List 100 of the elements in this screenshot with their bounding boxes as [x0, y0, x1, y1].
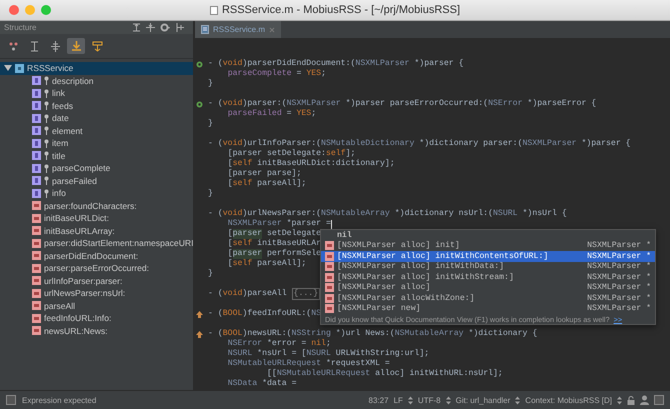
completion-item[interactable]: [NSXMLParser alloc] NSXMLParser * [321, 282, 655, 293]
tree-item[interactable]: parserDidEndDocument: [0, 250, 193, 262]
tree-item[interactable]: date [0, 112, 193, 124]
tree-item[interactable]: RSSService [0, 62, 193, 74]
tree-item[interactable]: feeds [0, 100, 193, 112]
code-line: NSMutableURLRequest *requestXML = [226, 359, 390, 369]
updown-icon[interactable] [515, 396, 520, 404]
key-icon [44, 101, 49, 110]
code-line: NSXMLParser *parser = [226, 219, 332, 229]
override-marker-icon[interactable] [196, 60, 203, 68]
tree-item[interactable]: urlNewsParser:nsUrl: [0, 287, 193, 300]
window-title: RSSService.m - MobiusRSS - [~/prj/MobiusRSS] [222, 4, 460, 16]
person-icon[interactable] [640, 395, 649, 405]
completion-item[interactable]: [NSXMLParser alloc] init] NSXMLParser * [321, 240, 655, 251]
completion-item[interactable]: [NSXMLParser alloc] initWithData:] NSXMLParser * [321, 262, 655, 272]
status-item[interactable]: LF [394, 396, 403, 404]
override-marker-icon[interactable] [196, 100, 203, 108]
completion-item[interactable]: [NSXMLParser alloc] initWithStream:] NSXMLParser * [321, 272, 655, 282]
code-line: - (void)urlInfoParser:(NSMutableDictionary *)dictionary parser:(NSXMLParser *)parser { [208, 139, 631, 149]
updown-icon[interactable] [446, 396, 451, 404]
code-line: [parser setDelegate [226, 229, 322, 239]
tree-item[interactable]: item [0, 137, 193, 150]
tree-item[interactable]: link [0, 87, 193, 100]
tree-item[interactable]: feedInfoURL:Info: [0, 312, 193, 324]
tree-item[interactable]: parser:parseErrorOccurred: [0, 262, 193, 274]
code-line: [self initBaseURLAr [226, 239, 322, 249]
tree-item[interactable]: parser:didStartElement:namespaceURI [0, 237, 193, 250]
tree-item[interactable]: initBaseURLArray: [0, 224, 193, 237]
tree-item[interactable]: parseComplete [0, 162, 193, 174]
tree-item[interactable]: urlInfoParser:parser: [0, 274, 193, 287]
code-line: [parser parse]; [226, 169, 302, 179]
code-line: - (BOOL)newsURL:(NSString *)url News:(NSMutableArray *)dictionary { [208, 329, 538, 339]
key-icon [44, 176, 49, 186]
key-icon [44, 88, 49, 98]
key-icon [44, 138, 49, 148]
code-line: [self initBaseURLDict:dictionary]; [226, 159, 395, 169]
code-line: NSURL *nsUrl = [NSURL URLWithString:url]; [226, 349, 430, 359]
code-line: - (void)parserDidEndDocument:(NSXMLParser *)parser { [208, 59, 464, 69]
cursor-position[interactable]: 83:27 [368, 396, 389, 404]
collapse-icon[interactable] [50, 40, 60, 52]
code-line: [parser setDelegate:self]; [226, 149, 356, 159]
panel-title: Structure [4, 23, 36, 32]
code-line: } [208, 269, 213, 279]
updown-icon[interactable] [408, 396, 413, 404]
collapse-all-icon[interactable] [146, 23, 155, 32]
status-item[interactable]: Git: url_handler [456, 396, 510, 404]
key-icon [44, 151, 49, 160]
completion-item[interactable]: nil [321, 230, 655, 240]
tree-item[interactable]: title [0, 150, 193, 162]
tree-item[interactable]: initBaseURLDict: [0, 212, 193, 224]
status-item[interactable]: Context: MobiusRSS [D] [525, 396, 612, 404]
tree-item[interactable]: parseFailed [0, 174, 193, 187]
code-line: NSError *error = nil; [226, 339, 331, 349]
code-line: [self parseAll]; [226, 179, 306, 189]
code-line: parseFailed = YES; [226, 109, 316, 119]
code-line: [self parseAll]; [226, 259, 306, 269]
panel-toggle-icon[interactable] [6, 395, 16, 405]
tree-item[interactable]: description [0, 74, 193, 87]
sort-icon[interactable] [70, 40, 82, 52]
status-item[interactable]: UTF-8 [418, 396, 441, 404]
file-icon [201, 25, 209, 34]
code-line: [parser performSele [226, 249, 322, 259]
tree-item[interactable]: newsURL:News: [0, 324, 193, 337]
completion-item[interactable]: [NSXMLParser new] NSXMLParser * [321, 304, 655, 314]
updown-icon[interactable] [617, 396, 622, 404]
close-window-button[interactable] [9, 5, 19, 15]
expand-icon[interactable] [28, 40, 40, 52]
expanded-arrow-icon[interactable] [4, 64, 12, 72]
class-icon [15, 64, 24, 73]
code-line: parseComplete = YES; [226, 69, 326, 79]
tree-item[interactable]: parseAll [0, 300, 193, 312]
panel-toggle-icon[interactable] [654, 395, 664, 405]
tree-item[interactable]: element [0, 124, 193, 137]
code-line: - (void)urlNewsParser:(NSMutableArray *)dictionary nsUrl:(NSURL *)nsUrl { [208, 209, 567, 219]
code-line: } [208, 119, 213, 129]
implements-marker-icon[interactable] [196, 310, 203, 318]
key-icon [44, 126, 49, 136]
code-line: [[NSMutableURLRequest alloc] initWithURL:nsUrl]; [266, 369, 503, 379]
code-line: } [208, 189, 213, 199]
code-line: - (void)parseAll {...} [208, 289, 320, 299]
inherited-icon[interactable] [92, 40, 102, 52]
hide-panel-icon[interactable] [176, 23, 185, 32]
tree-item[interactable]: info [0, 187, 193, 200]
key-icon [44, 76, 49, 86]
status-message: Expression expected [22, 396, 96, 404]
code-line: } [208, 79, 213, 89]
code-line: NSData *data = [226, 379, 296, 389]
completion-item[interactable]: [NSXMLParser allocWithZone:] NSXMLParser * [321, 293, 655, 304]
implements-marker-icon[interactable] [196, 330, 203, 338]
tree-nodes-icon[interactable] [8, 40, 18, 52]
expand-all-icon[interactable] [132, 23, 141, 32]
file-icon [210, 6, 218, 14]
tree-item[interactable]: parser:foundCharacters: [0, 200, 193, 212]
code-line: - (void)parser:(NSXMLParser *)parser parseErrorOccurred:(NSError *)parseError { [208, 99, 596, 109]
key-icon [44, 164, 49, 173]
key-icon [44, 188, 49, 198]
lock-icon[interactable] [627, 396, 635, 404]
key-icon [44, 114, 49, 123]
completion-item[interactable]: [NSXMLParser alloc] initWithContentsOfURL:] NSXMLParser * [321, 251, 655, 262]
settings-icon[interactable] [160, 23, 171, 32]
